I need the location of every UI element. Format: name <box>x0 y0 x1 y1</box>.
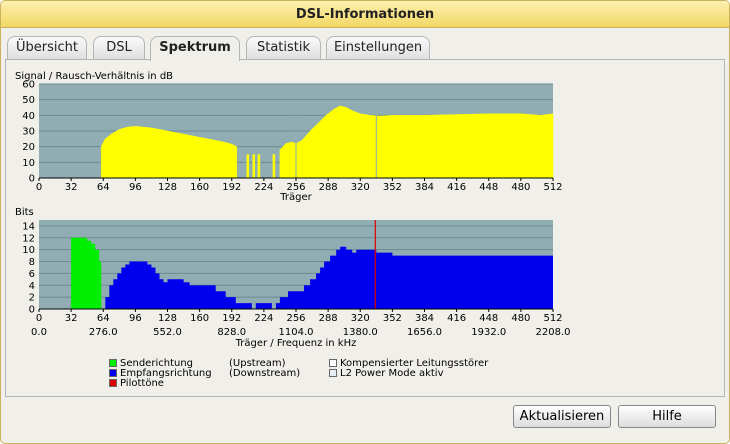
x-tick-label-khz: 552.0 <box>153 327 182 338</box>
x-tick-label-khz: 276.0 <box>89 327 118 338</box>
y-tick-label: 12 <box>22 233 35 244</box>
x-tick-label: 192 <box>222 182 241 193</box>
x-tick-label: 96 <box>129 313 142 324</box>
y-tick-label: 40 <box>22 111 35 122</box>
x-tick-label: 32 <box>65 313 78 324</box>
y-tick-label: 20 <box>22 142 35 153</box>
legend-downstream-swatch <box>109 369 117 377</box>
y-tick-label: 2 <box>29 293 35 304</box>
x-axis-label-1: Träger <box>279 192 312 203</box>
x-tick-label: 160 <box>190 182 209 193</box>
legend-l2-swatch <box>329 369 337 377</box>
x-tick-label: 224 <box>254 313 273 324</box>
legend-pilot-swatch <box>109 379 117 387</box>
legend-crosstalk-swatch <box>329 359 337 367</box>
x-tick-label: 416 <box>447 182 466 193</box>
y-tick-label: 30 <box>22 127 35 138</box>
legend-l2: L2 Power Mode aktiv <box>329 368 444 379</box>
x-tick-label: 320 <box>351 182 370 193</box>
x-tick-label-khz: 828.0 <box>217 327 246 338</box>
legend-pilot-label: Pilottöne <box>120 378 164 389</box>
y-tick-label: 8 <box>29 257 35 268</box>
help-button[interactable]: Hilfe <box>618 405 716 428</box>
x-tick-label-khz: 1380.0 <box>343 327 378 338</box>
y-tick-label: 10 <box>22 245 35 256</box>
x-tick-label: 320 <box>351 313 370 324</box>
x-tick-label: 480 <box>511 313 530 324</box>
x-tick-label: 0 <box>36 313 42 324</box>
x-tick-label-khz: 0.0 <box>31 327 47 338</box>
x-tick-label: 160 <box>190 313 209 324</box>
refresh-button[interactable]: Aktualisieren <box>513 405 611 428</box>
legend-pilot: Pilottöne <box>109 378 164 389</box>
x-tick-label: 64 <box>97 313 110 324</box>
chart-title-2: Bits <box>15 207 34 218</box>
y-tick-label: 0 <box>29 305 35 316</box>
x-tick-label-khz: 2208.0 <box>536 327 571 338</box>
x-tick-label: 512 <box>543 182 562 193</box>
legend-l2-label: L2 Power Mode aktiv <box>340 368 444 379</box>
x-tick-label: 448 <box>479 182 498 193</box>
x-tick-label: 224 <box>254 182 273 193</box>
y-tick-label: 4 <box>29 281 35 292</box>
y-tick-label: 6 <box>29 269 35 280</box>
x-tick-label: 288 <box>319 182 338 193</box>
y-tick-label: 60 <box>22 80 35 91</box>
x-tick-label: 192 <box>222 313 241 324</box>
y-tick-label: 14 <box>22 221 35 232</box>
y-tick-label: 0 <box>29 174 35 185</box>
legend-upstream-swatch <box>109 359 117 367</box>
x-tick-label: 416 <box>447 313 466 324</box>
y-tick-label: 50 <box>22 95 35 106</box>
y-tick-label: 10 <box>22 158 35 169</box>
x-tick-label: 352 <box>383 182 402 193</box>
x-tick-label-khz: 1656.0 <box>407 327 442 338</box>
x-tick-label-khz: 1104.0 <box>279 327 314 338</box>
x-tick-label: 352 <box>383 313 402 324</box>
x-tick-label: 96 <box>129 182 142 193</box>
x-tick-label: 256 <box>286 313 305 324</box>
x-tick-label: 32 <box>65 182 78 193</box>
x-tick-label: 384 <box>415 313 434 324</box>
chart-title-1: Signal / Rausch-Verhältnis in dB <box>15 71 173 82</box>
x-tick-label: 384 <box>415 182 434 193</box>
dsl-info-window: DSL-Informationen Übersicht DSL Spektrum… <box>0 0 730 444</box>
x-tick-label: 512 <box>543 313 562 324</box>
x-tick-label: 64 <box>97 182 110 193</box>
legend-downstream-dir: (Downstream) <box>229 368 301 379</box>
x-tick-label-khz: 1932.0 <box>471 327 506 338</box>
x-tick-label: 0 <box>36 182 42 193</box>
x-tick-label: 128 <box>158 182 177 193</box>
x-tick-label: 480 <box>511 182 530 193</box>
tab-spektrum[interactable]: Spektrum <box>150 36 240 61</box>
x-tick-label: 448 <box>479 313 498 324</box>
x-axis-label-2: Träger / Frequenz in kHz <box>235 338 357 349</box>
x-tick-label: 288 <box>319 313 338 324</box>
x-tick-label: 128 <box>158 313 177 324</box>
